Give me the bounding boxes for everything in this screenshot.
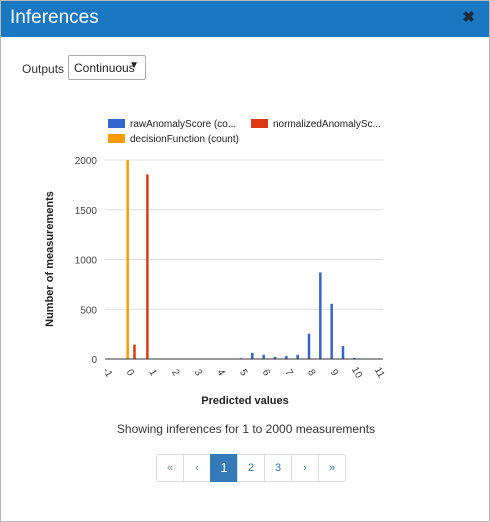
y-tick-label: 1500 bbox=[75, 206, 98, 217]
x-tick-label: 9 bbox=[328, 368, 341, 379]
x-tick-label: 3 bbox=[192, 368, 205, 379]
y-axis-label: Number of measurements bbox=[44, 191, 56, 327]
x-tick-label: 11 bbox=[372, 366, 387, 381]
legend-label: normalizedAnomalySc... bbox=[273, 119, 381, 130]
chart-bar bbox=[262, 354, 265, 359]
chart-bar bbox=[330, 303, 333, 359]
legend-label: rawAnomalyScore (co... bbox=[130, 119, 236, 130]
chart-bar bbox=[146, 174, 149, 359]
x-tick-label: 0 bbox=[124, 368, 137, 379]
legend-label: decisionFunction (count) bbox=[130, 134, 239, 145]
x-tick-label: -1 bbox=[100, 366, 114, 380]
x-tick-label: 4 bbox=[214, 368, 227, 379]
y-tick-labels: 0 500 1000 1500 2000 bbox=[75, 156, 98, 366]
x-tick-label: 5 bbox=[237, 368, 250, 379]
chart-bar bbox=[126, 160, 129, 359]
x-tick-label: 8 bbox=[305, 368, 318, 379]
next-page-button[interactable]: › bbox=[291, 454, 319, 482]
status-text: Showing inferences for 1 to 2000 measure… bbox=[116, 422, 376, 436]
chart-bar bbox=[251, 352, 254, 359]
y-tick-label: 1000 bbox=[75, 256, 98, 267]
chart-bar bbox=[307, 333, 311, 359]
y-tick-label: 500 bbox=[80, 305, 97, 316]
x-tick-labels: -1 0 1 2 3 4 5 6 7 8 9 10 11 bbox=[100, 365, 387, 381]
chart-bar bbox=[133, 344, 136, 359]
legend-swatch bbox=[251, 119, 268, 128]
legend-swatch bbox=[108, 134, 125, 143]
y-tick-label: 0 bbox=[91, 355, 97, 366]
x-axis-label: Predicted values bbox=[201, 395, 288, 407]
pagination: « ‹ 1 2 3 › » bbox=[156, 454, 346, 482]
x-tick-label: 1 bbox=[146, 368, 159, 379]
page-3-button[interactable]: 3 bbox=[264, 454, 292, 482]
chart-bar bbox=[296, 354, 299, 359]
x-tick-label: 7 bbox=[282, 368, 295, 379]
prev-page-button[interactable]: ‹ bbox=[183, 454, 211, 482]
page-2-button[interactable]: 2 bbox=[237, 454, 265, 482]
y-tick-label: 2000 bbox=[75, 156, 98, 167]
x-tick-label: 2 bbox=[169, 368, 182, 379]
x-tick-label: 10 bbox=[349, 365, 364, 381]
legend-swatch bbox=[108, 119, 125, 128]
predicted-values-chart: 0500100015002000 -1 0 1 2 3 4 5 6 7 8 9 10 11 rawAno… bbox=[44, 119, 387, 407]
chart-bar bbox=[341, 346, 345, 359]
first-page-button[interactable]: « bbox=[156, 454, 184, 482]
page-1-button[interactable]: 1 bbox=[210, 454, 238, 482]
last-page-button[interactable]: » bbox=[318, 454, 346, 482]
chart-legend: rawAnomalyScore (co... normalizedAnomalyS… bbox=[108, 119, 381, 145]
chart-bar bbox=[319, 272, 322, 359]
x-tick-label: 6 bbox=[260, 368, 273, 379]
inferences-dialog: Inferences ✖ Outputs Continuous ▼ 0 500 10… bbox=[0, 0, 490, 522]
